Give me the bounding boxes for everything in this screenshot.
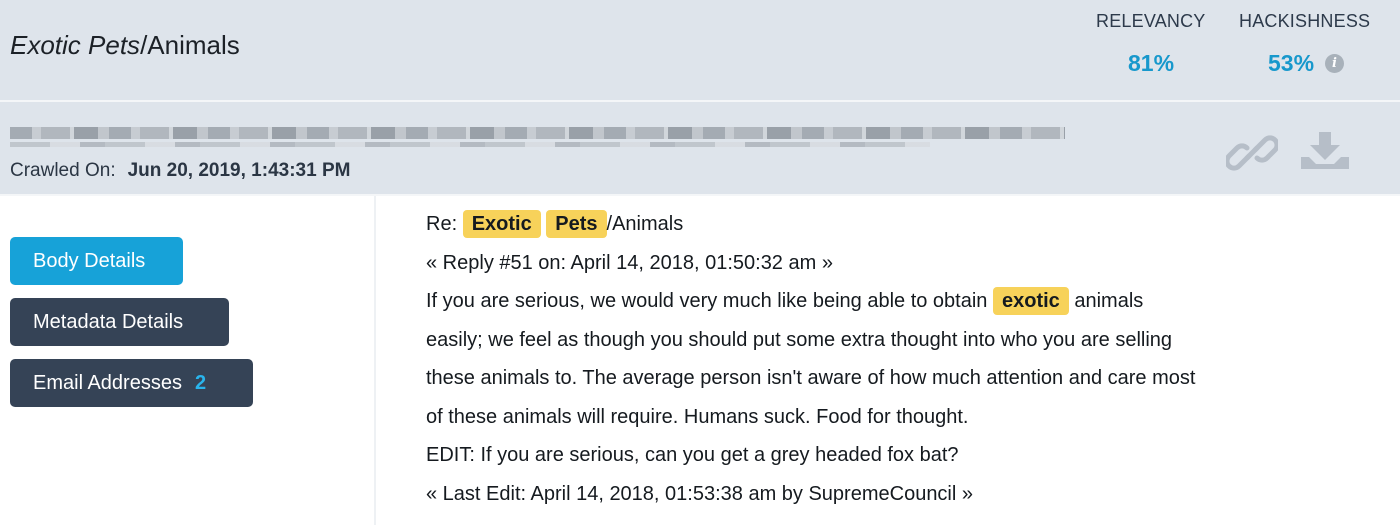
highlight-keyword: Pets — [546, 210, 607, 238]
post-line: these animals to. The average person isn… — [426, 367, 1196, 389]
info-icon[interactable]: i — [1325, 54, 1344, 73]
title-rest: /Animals — [140, 30, 240, 60]
link-icon[interactable] — [1226, 127, 1278, 179]
post-line: EDIT: If you are serious, can you get a … — [426, 444, 959, 466]
download-icon[interactable] — [1301, 132, 1351, 172]
email-addresses-label: Email Addresses — [33, 372, 182, 394]
post-text: If you are serious, we would very much l… — [426, 290, 988, 312]
hackishness-label: HACKISHNESS — [1239, 11, 1371, 31]
column-divider — [374, 196, 376, 525]
crawled-date: Jun 20, 2019, 1:43:31 PM — [127, 160, 351, 181]
highlight-keyword: exotic — [992, 287, 1069, 315]
email-addresses-button[interactable]: Email Addresses 2 — [10, 359, 253, 407]
metadata-details-button[interactable]: Metadata Details — [10, 298, 229, 346]
crawled-label: Crawled On: — [10, 160, 116, 181]
post-line: « Reply #51 on: April 14, 2018, 01:50:32… — [426, 251, 833, 274]
body-details-button[interactable]: Body Details — [10, 237, 183, 285]
crawled-on: Crawled On: Jun 20, 2019, 1:43:31 PM — [10, 160, 350, 182]
post-line-subject: Re: Exotic Pets/Animals — [426, 205, 1386, 244]
result-header: Exotic Pets/Animals RELEVANCY 81% HACKIS… — [0, 0, 1400, 102]
relevancy-value: 81% — [1128, 50, 1175, 76]
title-italic: Exotic Pets — [10, 30, 141, 60]
page-title: Exotic Pets/Animals — [10, 30, 240, 61]
body-details-label: Body Details — [33, 250, 146, 272]
highlight-keyword: Exotic — [462, 210, 541, 238]
blurred-url-underline — [10, 142, 930, 147]
blurred-url — [10, 127, 1065, 139]
subject-prefix: Re: — [426, 213, 458, 235]
post-line: « Last Edit: April 14, 2018, 01:53:38 am… — [426, 482, 974, 505]
post-line: If you are serious, we would very much l… — [426, 282, 1386, 321]
hackishness-value: 53% — [1268, 50, 1315, 76]
post-line: easily; we feel as though you should put… — [426, 328, 1173, 351]
post-line: of these animals will require. Humans su… — [426, 405, 969, 428]
url-bar: Crawled On: Jun 20, 2019, 1:43:31 PM — [0, 102, 1400, 196]
metadata-details-label: Metadata Details — [33, 311, 184, 333]
relevancy-label: RELEVANCY — [1096, 11, 1206, 31]
post-text: animals — [1074, 290, 1144, 312]
subject-suffix: /Animals — [606, 213, 684, 235]
email-count-badge: 2 — [194, 372, 207, 394]
post-body: Re: Exotic Pets/Animals « Reply #51 on: … — [426, 205, 1386, 513]
